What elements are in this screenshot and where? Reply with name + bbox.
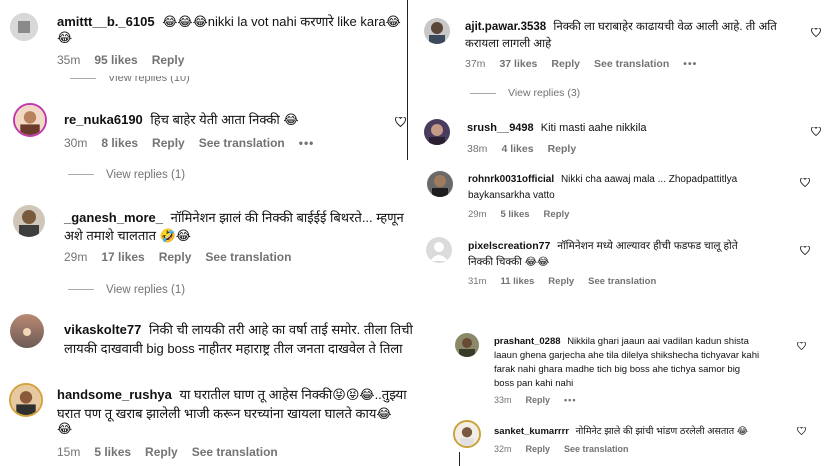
comment-text: नॉमिनेशन मध्ये आल्यावर हीची फडफड चालू हो… bbox=[557, 240, 738, 252]
like-heart-icon[interactable] bbox=[811, 127, 821, 136]
reply-button[interactable]: Reply bbox=[551, 58, 580, 70]
comment-username[interactable]: re_nuka6190 bbox=[64, 112, 143, 127]
comment-text: नोमिनेट झाले की झांची भांडण ठरलेली असतात… bbox=[575, 426, 748, 437]
reply-button[interactable]: Reply bbox=[526, 395, 551, 405]
see-translation[interactable]: See translation bbox=[192, 445, 278, 459]
comment-text: 😂😂😂nikki la vot nahi करणारे like kara😂 bbox=[162, 14, 401, 29]
comment-time: 29m bbox=[64, 250, 88, 264]
comment-time: 31m bbox=[468, 276, 487, 287]
see-translation[interactable]: See translation bbox=[564, 444, 629, 454]
comment-text-cont: boss pan kahi nahi bbox=[494, 378, 574, 389]
comment-text: Nikki cha aawaj mala ... Zhopadpattitlya bbox=[560, 174, 738, 185]
like-heart-icon[interactable] bbox=[797, 342, 806, 350]
reply-button[interactable]: Reply bbox=[548, 276, 574, 287]
like-heart-icon[interactable] bbox=[800, 178, 810, 187]
comment-username[interactable]: prashant_0288 bbox=[494, 336, 561, 347]
more-options-icon[interactable]: ••• bbox=[564, 395, 576, 405]
comment-username[interactable]: amittt__b._6105 bbox=[57, 14, 155, 29]
view-replies[interactable]: View replies (10) bbox=[108, 76, 190, 84]
comment-text-cont: farak nahi ghara madhe tich big boss ahe… bbox=[494, 364, 741, 375]
left-comments-panel: amittt__b._6105 😂😂😂nikki la vot nahi करण… bbox=[0, 0, 413, 466]
likes-count[interactable]: 95 likes bbox=[94, 53, 137, 67]
avatar[interactable] bbox=[426, 237, 452, 263]
avatar[interactable] bbox=[13, 103, 47, 137]
comment-time: 30m bbox=[64, 136, 88, 150]
avatar[interactable] bbox=[9, 383, 43, 417]
likes-count[interactable]: 11 likes bbox=[500, 276, 534, 287]
likes-count[interactable]: 4 likes bbox=[501, 143, 533, 155]
comment-text-cont: अशे तमाशे चालतात 🤣😂 bbox=[64, 228, 191, 243]
likes-count[interactable]: 37 likes bbox=[499, 58, 537, 70]
see-translation[interactable]: See translation bbox=[594, 58, 669, 70]
comment-text-cont: 😂 bbox=[57, 421, 73, 436]
comment-username[interactable]: pixelscreation77 bbox=[468, 240, 550, 252]
comment-username[interactable]: handsome_rushya bbox=[57, 387, 172, 402]
reply-button[interactable]: Reply bbox=[152, 136, 185, 150]
comment-text-cont: निक्की चिक्की 😂😂 bbox=[468, 256, 550, 268]
view-replies[interactable]: View replies (3) bbox=[508, 87, 580, 99]
bottom-comments-panel: prashant_0288 Nikkila ghari jaaun aai va… bbox=[445, 320, 830, 466]
avatar[interactable] bbox=[453, 420, 481, 448]
comment-time: 37m bbox=[465, 58, 486, 70]
likes-count[interactable]: 8 likes bbox=[101, 136, 138, 150]
see-translation[interactable]: See translation bbox=[199, 136, 285, 150]
comment-time: 32m bbox=[494, 444, 512, 454]
comment-username[interactable]: rohnrk0031official bbox=[468, 174, 554, 185]
avatar[interactable] bbox=[10, 13, 38, 41]
avatar[interactable] bbox=[10, 314, 44, 348]
comment-text: निक्की ला घराबाहेर काढायची वेळ आली आहे. … bbox=[553, 21, 777, 33]
comment-text-cont: laaun ghena garjecha ahe tila dilelya sh… bbox=[494, 350, 760, 361]
see-translation[interactable]: See translation bbox=[588, 276, 656, 287]
like-heart-icon[interactable] bbox=[811, 28, 821, 37]
see-translation[interactable]: See translation bbox=[205, 250, 291, 264]
comment-username[interactable]: ajit.pawar.3538 bbox=[465, 21, 546, 33]
column-divider bbox=[407, 0, 408, 160]
reply-button[interactable]: Reply bbox=[152, 53, 185, 67]
comment-text: हिच बाहेर येती आता निक्की 😂 bbox=[150, 112, 299, 127]
view-replies[interactable]: View replies (1) bbox=[106, 169, 185, 181]
right-comments-panel: ajit.pawar.3538 निक्की ला घराबाहेर काढाय… bbox=[415, 0, 830, 320]
comment-text-cont: घरात पण तू खराब झालेली भाजी करून घरच्यां… bbox=[57, 406, 392, 421]
reply-button[interactable]: Reply bbox=[159, 250, 192, 264]
comment-text: निकी ची लायकी तरी आहे का वर्षा ताई समोर.… bbox=[148, 322, 413, 337]
avatar[interactable] bbox=[424, 119, 450, 145]
reply-button[interactable]: Reply bbox=[526, 444, 551, 454]
like-heart-icon[interactable] bbox=[395, 117, 406, 127]
likes-count[interactable]: 17 likes bbox=[101, 250, 144, 264]
reply-button[interactable]: Reply bbox=[544, 209, 570, 220]
comment-time: 29m bbox=[468, 209, 487, 220]
comment-username[interactable]: vikaskolte77 bbox=[64, 322, 141, 337]
comment-text-cont: लायकी दाखवावी big boss नाहीतर महाराष्ट्र… bbox=[64, 341, 403, 356]
more-options-icon[interactable]: ••• bbox=[683, 58, 697, 70]
comment-username[interactable]: sanket_kumarrrr bbox=[494, 426, 569, 437]
comment-text: या घरातील घाण तू आहेस निक्की😝😝😂..तुझ्या bbox=[179, 387, 407, 402]
comment-text: Nikkila ghari jaaun aai vadilan kadun sh… bbox=[567, 336, 749, 347]
comment-text-cont: baykansarkha vatto bbox=[468, 190, 555, 201]
comment-time: 35m bbox=[57, 53, 81, 67]
comment-username[interactable]: _ganesh_more_ bbox=[64, 210, 163, 225]
like-heart-icon[interactable] bbox=[797, 427, 806, 435]
more-options-icon[interactable]: ••• bbox=[299, 136, 315, 150]
avatar[interactable] bbox=[427, 171, 453, 197]
avatar[interactable] bbox=[455, 333, 479, 357]
reply-button[interactable]: Reply bbox=[145, 445, 178, 459]
avatar[interactable] bbox=[13, 205, 45, 237]
comment-time: 15m bbox=[57, 445, 81, 459]
comment-text-cont: 😂 bbox=[57, 30, 73, 45]
comment-username[interactable]: srush__9498 bbox=[467, 122, 534, 134]
comment-text: नॉमिनेशन झालं की निक्की बाईईई बिथरते... … bbox=[170, 210, 404, 225]
likes-count[interactable]: 5 likes bbox=[94, 445, 131, 459]
likes-count[interactable]: 5 likes bbox=[500, 209, 529, 220]
comment-time: 38m bbox=[467, 143, 488, 155]
comment-text-cont: करायला लागली आहे bbox=[465, 38, 552, 50]
reply-button[interactable]: Reply bbox=[548, 143, 577, 155]
avatar[interactable] bbox=[424, 18, 450, 44]
view-replies[interactable]: View replies (1) bbox=[106, 284, 185, 296]
like-heart-icon[interactable] bbox=[800, 246, 810, 255]
comment-text: Kiti masti aahe nikkila bbox=[540, 122, 647, 134]
comment-time: 33m bbox=[494, 395, 512, 405]
